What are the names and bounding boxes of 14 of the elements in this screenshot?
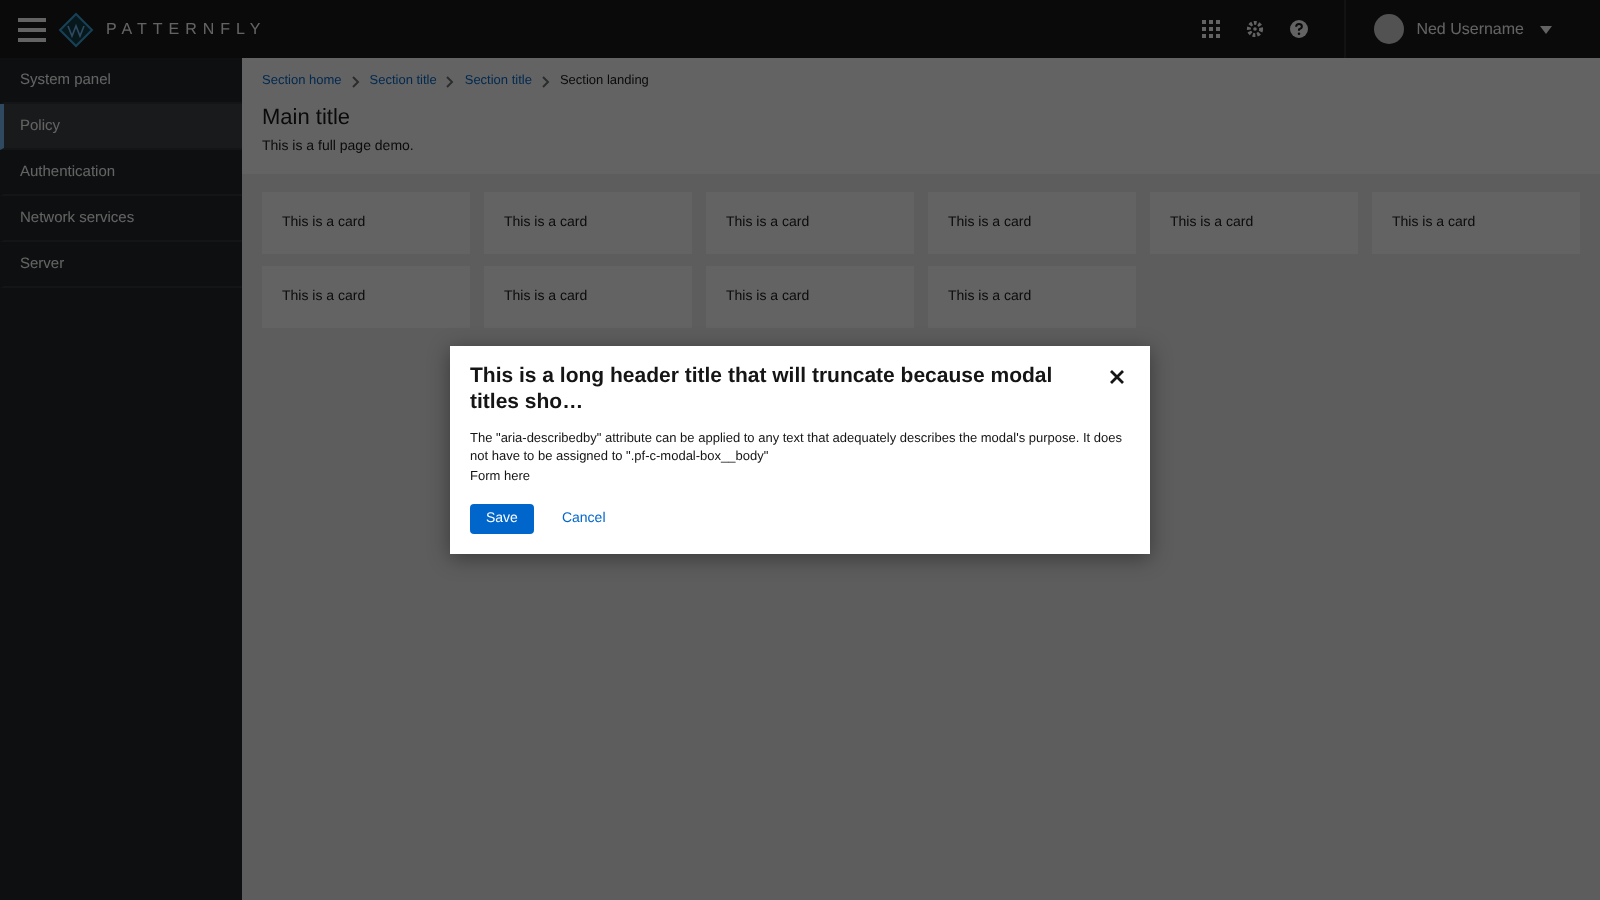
settings-icon[interactable] xyxy=(1246,20,1265,38)
page-title: Main title xyxy=(262,106,353,130)
caret-icon[interactable] xyxy=(1540,25,1552,33)
help-icon[interactable] xyxy=(1290,20,1309,38)
chevron-icon xyxy=(541,75,550,87)
modal-title: This is a long header title that will truncate because modal titles sho… xyxy=(470,363,1055,418)
user-name[interactable]: Ned Username xyxy=(1416,20,1524,38)
diamond-logo-icon xyxy=(58,11,94,47)
menu-icon[interactable] xyxy=(18,17,46,41)
grid-icon[interactable] xyxy=(1202,20,1221,38)
chevron-icon xyxy=(446,75,455,87)
avatar[interactable] xyxy=(1374,14,1405,44)
chevron-icon xyxy=(351,75,360,87)
brand-name[interactable]: PATTERNFLY xyxy=(106,20,267,38)
